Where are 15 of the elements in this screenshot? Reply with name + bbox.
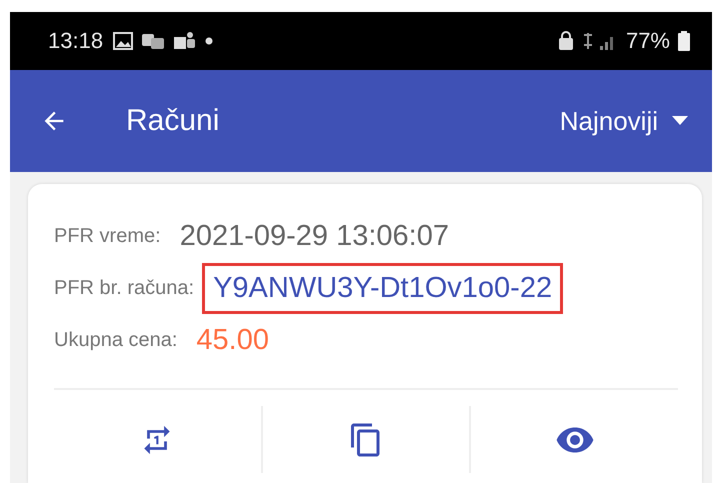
status-time: 13:18	[48, 28, 104, 54]
field-label: PFR vreme:	[54, 224, 161, 248]
dropdown-caret-icon[interactable]	[672, 116, 688, 126]
field-value: 45.00	[195, 322, 270, 358]
field-label: PFR br. računa:	[54, 276, 194, 300]
lock-icon	[558, 31, 574, 51]
screen-title: Računi	[126, 104, 220, 138]
battery-icon	[678, 31, 690, 51]
image-icon	[113, 32, 134, 50]
field-value: Y9ANWU3Y-Dt1Ov1o0-22	[202, 262, 564, 314]
dot-icon	[205, 37, 214, 45]
field-value: 2021-09-29 13:06:07	[178, 218, 450, 254]
battery-percent: 77%	[626, 28, 670, 54]
sort-dropdown[interactable]: Najnoviji	[560, 106, 658, 136]
field-label: Ukupna cena:	[54, 328, 178, 352]
